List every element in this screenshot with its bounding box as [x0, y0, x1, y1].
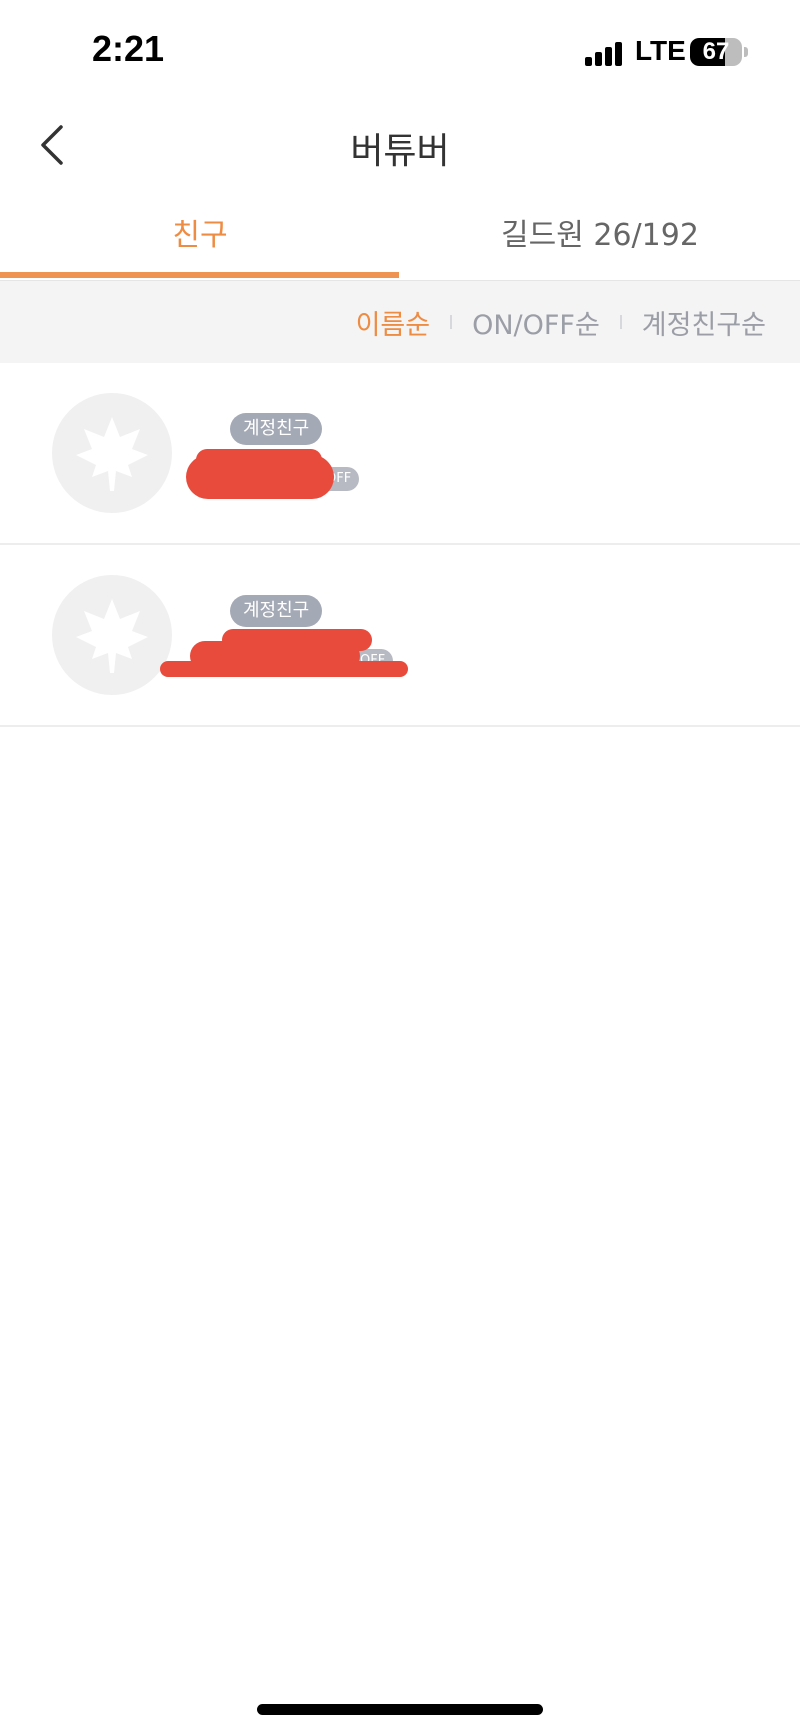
maple-leaf-icon	[76, 417, 148, 491]
tab-guild-members[interactable]: 길드원 26/192	[400, 200, 800, 280]
avatar	[52, 575, 172, 695]
battery-icon: 67	[690, 38, 742, 66]
battery-level: 67	[702, 38, 730, 65]
redacted-name-mark	[196, 449, 322, 471]
account-friend-badge: 계정친구	[230, 413, 323, 445]
network-type: LTE	[635, 35, 686, 66]
avatar	[52, 393, 172, 513]
status-time: 2:21	[92, 28, 165, 69]
sort-by-name[interactable]: 이름순	[356, 303, 431, 342]
friend-list: 계정친구 OFF 계정친구 OFF	[0, 363, 800, 727]
page-title: 버튜버	[350, 131, 450, 172]
redacted-name-mark	[160, 661, 408, 677]
sort-divider	[619, 315, 622, 329]
friend-list-item[interactable]: 계정친구 OFF	[0, 545, 800, 727]
header: 버튜버	[0, 100, 800, 190]
active-tab-indicator	[0, 272, 399, 278]
cellular-signal-icon	[585, 40, 625, 66]
tab-bar: 친구 길드원 26/192	[0, 200, 800, 281]
sort-by-online-status[interactable]: ON/OFF순	[472, 303, 600, 342]
status-bar: 2:21 LTE 67	[0, 0, 800, 100]
home-indicator[interactable]	[257, 1704, 543, 1715]
maple-leaf-icon	[76, 599, 148, 673]
sort-divider	[450, 315, 453, 329]
account-friend-badge: 계정친구	[230, 595, 323, 627]
sort-by-account-friend[interactable]: 계정친구순	[642, 303, 766, 342]
sort-bar: 이름순 ON/OFF순 계정친구순	[0, 281, 800, 363]
battery-nub	[744, 47, 748, 57]
friend-list-item[interactable]: 계정친구 OFF	[0, 363, 800, 545]
tab-friends[interactable]: 친구	[0, 200, 400, 280]
